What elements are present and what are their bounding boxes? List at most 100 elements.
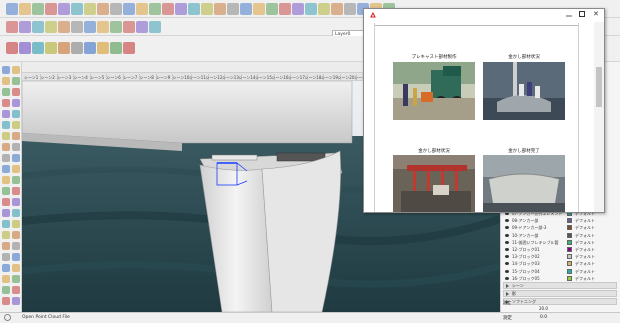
tool-icon[interactable] [12, 121, 20, 129]
tool-icon[interactable] [2, 297, 10, 305]
paste-icon[interactable] [71, 3, 83, 15]
tool-icon[interactable] [2, 286, 10, 294]
shape-icon[interactable] [188, 3, 200, 15]
document-scrollbar[interactable] [594, 22, 604, 212]
hidden-line-icon[interactable] [71, 21, 83, 33]
tool-icon[interactable] [12, 297, 20, 305]
layer-color[interactable] [567, 218, 572, 224]
tool-icon[interactable] [2, 242, 10, 250]
pan-icon[interactable] [318, 3, 330, 15]
save-icon[interactable] [32, 3, 44, 15]
erase-icon[interactable] [84, 3, 96, 15]
layer-row[interactable]: 16-ブロック05 デフォルト [501, 275, 615, 282]
copy-icon[interactable] [58, 3, 70, 15]
line-icon[interactable] [162, 3, 174, 15]
layer-row[interactable]: 11-仮囲いフレキシブル管 デフォルト [501, 239, 615, 246]
new-icon[interactable] [6, 3, 18, 15]
right-view-icon[interactable] [6, 21, 18, 33]
tool-icon[interactable] [2, 88, 10, 96]
scrollbar-thumb[interactable] [596, 67, 602, 107]
orbit-icon[interactable] [305, 3, 317, 15]
visibility-icon[interactable] [505, 276, 509, 280]
minimize-icon[interactable] [566, 12, 572, 18]
extension-icon[interactable] [110, 42, 122, 54]
arc-icon[interactable] [175, 3, 187, 15]
wireframe-icon[interactable] [58, 21, 70, 33]
axes-icon[interactable] [292, 3, 304, 15]
tool-icon[interactable] [12, 165, 20, 173]
text-icon[interactable] [279, 3, 291, 15]
extension-icon[interactable] [123, 42, 135, 54]
redo-icon[interactable] [110, 3, 122, 15]
tool-icon[interactable] [12, 286, 20, 294]
tray-panel-header[interactable]: シーン [503, 282, 617, 289]
tool-icon[interactable] [2, 176, 10, 184]
layer-color[interactable] [567, 239, 572, 245]
pushpull-icon[interactable] [201, 3, 213, 15]
visibility-icon[interactable] [505, 240, 509, 244]
tool-icon[interactable] [2, 99, 10, 107]
layer-color[interactable] [567, 261, 572, 267]
tray-panel-header[interactable]: ソフトニング [503, 298, 617, 305]
layer-row[interactable]: 12-ブロック01 デフォルト [501, 246, 615, 253]
extension-icon[interactable] [71, 42, 83, 54]
tool-icon[interactable] [2, 132, 10, 140]
move-icon[interactable] [214, 3, 226, 15]
cut-icon[interactable] [45, 3, 57, 15]
extension-icon[interactable] [84, 42, 96, 54]
info-icon[interactable] [4, 314, 11, 321]
tool-icon[interactable] [2, 209, 10, 217]
layer-row[interactable]: 14-ブロック03 デフォルト [501, 260, 615, 267]
extension-icon[interactable] [149, 21, 161, 33]
tool-icon[interactable] [12, 176, 20, 184]
visibility-icon[interactable] [505, 226, 509, 230]
tool-icon[interactable] [2, 110, 10, 118]
zoom-extents-icon[interactable] [344, 3, 356, 15]
tool-icon[interactable] [2, 275, 10, 283]
tool-icon[interactable] [2, 165, 10, 173]
extension-icon[interactable] [58, 42, 70, 54]
print-icon[interactable] [123, 3, 135, 15]
layer-color[interactable] [567, 275, 572, 281]
visibility-icon[interactable] [505, 269, 509, 273]
offset-icon[interactable] [253, 3, 265, 15]
layer-color[interactable] [567, 232, 572, 238]
tool-icon[interactable] [12, 198, 20, 206]
open-icon[interactable] [19, 3, 31, 15]
monochrome-icon[interactable] [110, 21, 122, 33]
rotate-icon[interactable] [227, 3, 239, 15]
tool-icon[interactable] [2, 253, 10, 261]
tape-icon[interactable] [266, 3, 278, 15]
left-view-icon[interactable] [32, 21, 44, 33]
tool-icon[interactable] [12, 143, 20, 151]
tool-icon[interactable] [2, 77, 10, 85]
extension-icon[interactable] [97, 42, 109, 54]
tool-icon[interactable] [12, 253, 20, 261]
extension-icon[interactable] [32, 42, 44, 54]
tool-icon[interactable] [12, 110, 20, 118]
tool-icon[interactable] [2, 231, 10, 239]
scale-icon[interactable] [240, 3, 252, 15]
tool-icon[interactable] [2, 143, 10, 151]
extension-icon[interactable] [19, 42, 31, 54]
tool-icon[interactable] [2, 187, 10, 195]
back-view-icon[interactable] [19, 21, 31, 33]
layer-color[interactable] [567, 268, 572, 274]
measurement-value[interactable]: 20.0 [539, 306, 548, 311]
tool-icon[interactable] [12, 132, 20, 140]
tool-icon[interactable] [12, 187, 20, 195]
xray-icon[interactable] [45, 21, 57, 33]
visibility-icon[interactable] [505, 255, 509, 259]
tool-icon[interactable] [2, 220, 10, 228]
layer-row[interactable]: 10-アンカー部 デフォルト [501, 232, 615, 239]
tool-icon[interactable] [2, 66, 10, 74]
tool-icon[interactable] [2, 154, 10, 162]
layer-color[interactable] [567, 254, 572, 260]
textured-icon[interactable] [97, 21, 109, 33]
tool-icon[interactable] [12, 99, 20, 107]
undo-icon[interactable] [97, 3, 109, 15]
tool-icon[interactable] [12, 264, 20, 272]
tool-icon[interactable] [12, 275, 20, 283]
tray-panel-header[interactable]: 影 [503, 290, 617, 297]
extension-icon[interactable] [6, 42, 18, 54]
